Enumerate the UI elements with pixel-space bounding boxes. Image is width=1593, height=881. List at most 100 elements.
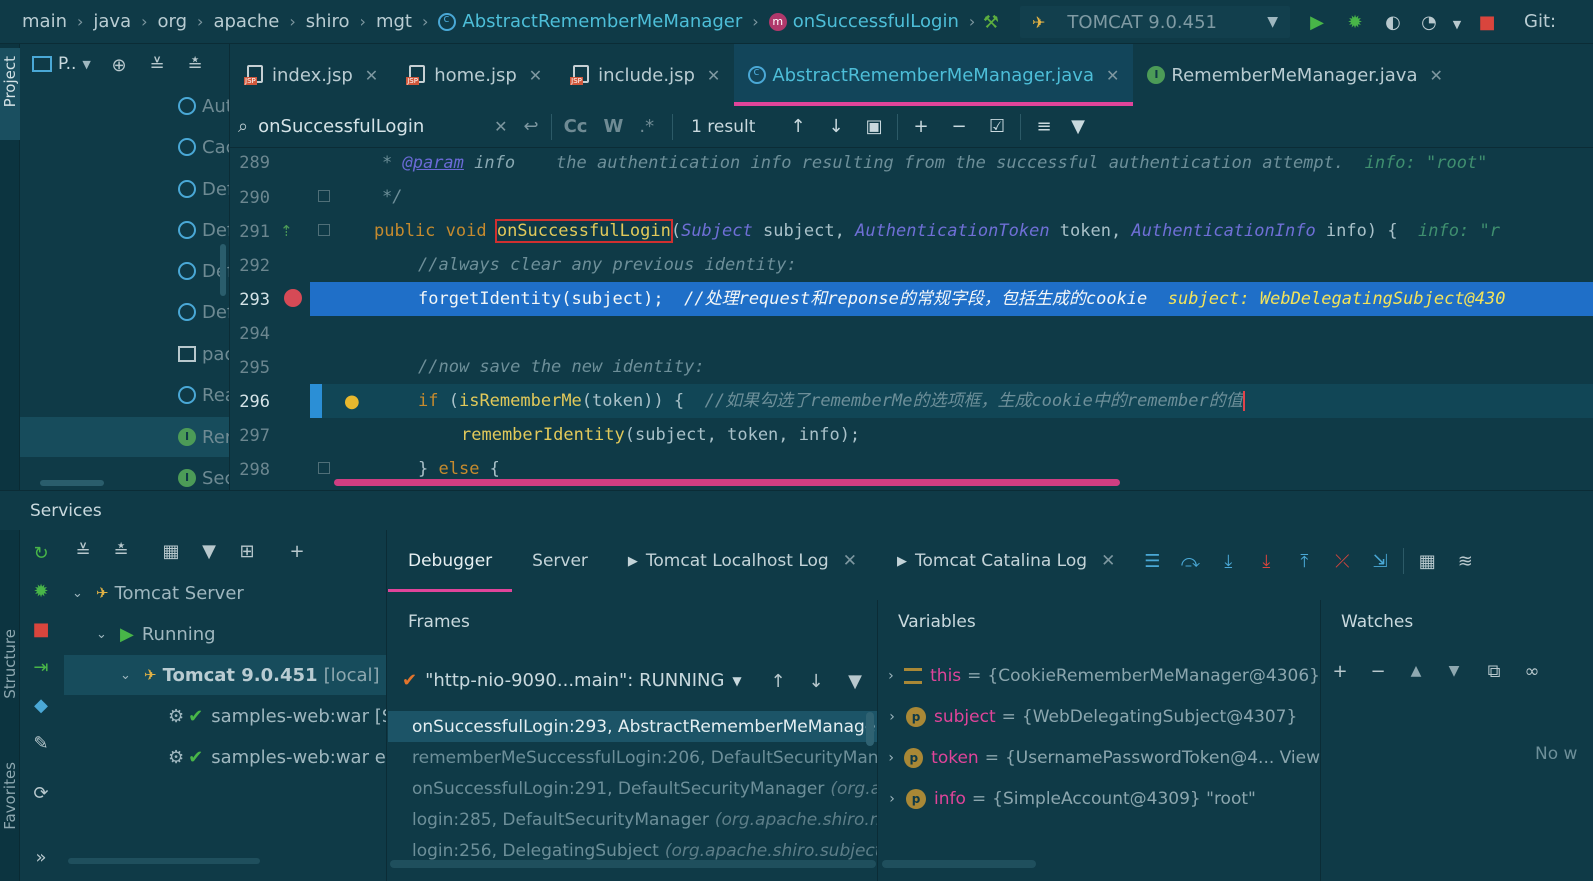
move-up-icon[interactable]: ▲ bbox=[1405, 660, 1427, 682]
project-tree-item[interactable]: pac bbox=[178, 339, 229, 369]
next-occurrence-icon[interactable]: ↓ bbox=[825, 116, 847, 138]
frame-row[interactable]: onSuccessfulLogin:293, AbstractRememberM… bbox=[388, 711, 877, 742]
build-hammer-icon[interactable]: ⚒ bbox=[980, 11, 1002, 33]
breadcrumb-method[interactable]: onSuccessfulLogin bbox=[793, 11, 959, 32]
tab-debugger[interactable]: Debugger bbox=[388, 530, 513, 592]
more-run-options-icon[interactable]: ▼ bbox=[1446, 13, 1468, 35]
chevron-right-icon[interactable]: › bbox=[878, 791, 906, 807]
run-to-cursor-icon[interactable]: ⇲ bbox=[1369, 550, 1391, 572]
clear-search-icon[interactable]: ✕ bbox=[494, 117, 507, 136]
group-services-icon[interactable]: ▦ bbox=[160, 540, 182, 562]
frames-horizontal-scrollbar[interactable] bbox=[390, 860, 876, 868]
lightbulb-icon[interactable]: ● bbox=[344, 391, 360, 412]
close-icon[interactable]: ✕ bbox=[1106, 66, 1119, 85]
project-horizontal-scrollbar[interactable] bbox=[40, 480, 104, 486]
tab-home-jsp[interactable]: home.jsp ✕ bbox=[392, 44, 556, 106]
project-tool-button[interactable]: Project bbox=[0, 48, 20, 140]
project-tree-item[interactable]: I Sec bbox=[178, 463, 229, 490]
project-tree-item[interactable]: Rea bbox=[178, 380, 229, 410]
tree-node-tomcat-instance[interactable]: ⌄ ✈ Tomcat 9.0.451 [local] bbox=[64, 655, 386, 695]
rerun-icon[interactable]: ↻ bbox=[30, 542, 52, 564]
project-scrollbar[interactable] bbox=[220, 244, 226, 296]
run-icon[interactable]: ▶ bbox=[1306, 11, 1328, 33]
thread-selector[interactable]: ✔ "http-nio-9090...main": RUNNING ▼ bbox=[402, 670, 742, 691]
next-frame-icon[interactable]: ↓ bbox=[805, 670, 827, 692]
regex-toggle[interactable]: .* bbox=[639, 116, 654, 137]
trace-stream-icon[interactable]: ≋ bbox=[1454, 550, 1476, 572]
search-history-icon[interactable]: ↩ bbox=[524, 116, 539, 137]
project-tree-item[interactable]: Cac bbox=[178, 132, 229, 162]
add-watch-icon[interactable]: + bbox=[1329, 660, 1351, 682]
add-selection-icon[interactable]: + bbox=[910, 116, 932, 138]
close-icon[interactable]: ✕ bbox=[529, 66, 542, 85]
variable-row[interactable]: › p subject = {WebDelegatingSubject@4307} bbox=[878, 696, 1320, 737]
fold-icon[interactable] bbox=[318, 462, 330, 474]
filter-search-results-icon[interactable]: ≡ bbox=[1033, 116, 1055, 138]
force-step-into-icon[interactable]: ⤓ bbox=[1255, 550, 1277, 572]
breadcrumb-item[interactable]: main bbox=[22, 11, 67, 32]
stop-icon[interactable]: ■ bbox=[1476, 11, 1498, 33]
project-tree-item[interactable]: I Rer bbox=[178, 422, 229, 452]
step-into-icon[interactable]: ⤓ bbox=[1217, 550, 1239, 572]
breadcrumb-item[interactable]: apache bbox=[213, 11, 279, 32]
chevron-right-icon[interactable]: › bbox=[878, 709, 906, 725]
expand-all-icon[interactable]: ≚ bbox=[72, 540, 94, 562]
breakpoint-icon[interactable] bbox=[284, 289, 302, 307]
refresh-icon[interactable]: ⟳ bbox=[30, 782, 52, 804]
vcs-label[interactable]: Git: bbox=[1524, 11, 1556, 32]
step-over-icon[interactable]: ⤼ bbox=[1179, 550, 1201, 572]
close-icon[interactable]: ✕ bbox=[1430, 66, 1443, 85]
project-tree-item[interactable]: Def bbox=[178, 215, 229, 245]
collapse-all-icon[interactable]: ≛ bbox=[110, 540, 132, 562]
frame-row[interactable]: login:285, DefaultSecurityManager (org.ap… bbox=[388, 804, 877, 835]
deploy-icon[interactable]: ⇥ bbox=[30, 656, 52, 678]
coverage-icon[interactable]: ◐ bbox=[1382, 11, 1404, 33]
search-input[interactable]: onSuccessfulLogin bbox=[258, 116, 494, 137]
tab-abstract-remember-me-manager[interactable]: AbstractRememberMeManager.java ✕ bbox=[734, 44, 1134, 106]
tab-tomcat-localhost-log[interactable]: ▶ Tomcat Localhost Log ✕ bbox=[608, 530, 877, 592]
debug-bug-icon[interactable]: ✹ bbox=[30, 580, 52, 602]
select-all-occurrences-icon[interactable]: ▣ bbox=[863, 116, 885, 138]
copy-icon[interactable]: ⧉ bbox=[1483, 660, 1505, 682]
tree-node-running[interactable]: ⌄ ▶ Running bbox=[64, 614, 386, 654]
glasses-icon[interactable]: ∞ bbox=[1521, 660, 1543, 682]
project-tree-item[interactable]: Def bbox=[178, 174, 229, 204]
implements-marker-icon[interactable]: ⇡ bbox=[280, 222, 293, 240]
add-service-icon[interactable]: + bbox=[286, 540, 308, 562]
fold-icon[interactable] bbox=[318, 224, 330, 236]
collapse-all-icon[interactable]: ≛ bbox=[184, 54, 206, 76]
stop-icon[interactable]: ■ bbox=[30, 618, 52, 640]
layout-menu-icon[interactable]: ☰ bbox=[1141, 550, 1163, 572]
run-configuration-selector[interactable]: ✈ TOMCAT 9.0.451 ▼ bbox=[1020, 6, 1290, 38]
new-tab-icon[interactable]: ⊞ bbox=[236, 540, 258, 562]
words-toggle[interactable]: W bbox=[603, 116, 623, 137]
move-down-icon[interactable]: ▼ bbox=[1443, 660, 1465, 682]
select-occurrences-icon[interactable]: ☑ bbox=[986, 116, 1008, 138]
more-icon[interactable]: » bbox=[30, 846, 52, 868]
artifacts-icon[interactable]: ◆ bbox=[30, 694, 52, 716]
match-case-toggle[interactable]: Cc bbox=[564, 116, 588, 137]
breadcrumb-item[interactable]: mgt bbox=[376, 11, 412, 32]
frame-row[interactable]: rememberMeSuccessfulLogin:206, DefaultSe… bbox=[388, 742, 877, 773]
project-tree-item[interactable]: Def bbox=[178, 297, 229, 327]
previous-occurrence-icon[interactable]: ↑ bbox=[787, 116, 809, 138]
tab-remember-me-manager[interactable]: I RememberMeManager.java ✕ bbox=[1133, 44, 1457, 106]
close-icon[interactable]: ✕ bbox=[707, 66, 720, 85]
frames-scrollbar[interactable] bbox=[866, 712, 874, 746]
chevron-right-icon[interactable]: › bbox=[878, 750, 904, 766]
close-icon[interactable]: ✕ bbox=[365, 66, 378, 85]
close-icon[interactable]: ✕ bbox=[1101, 551, 1115, 571]
remove-watch-icon[interactable]: − bbox=[1367, 660, 1389, 682]
variable-row[interactable]: › this = {CookieRememberMeManager@4306} bbox=[878, 655, 1320, 696]
step-out-icon[interactable]: ⤒ bbox=[1293, 550, 1315, 572]
expand-all-icon[interactable]: ≚ bbox=[146, 54, 168, 76]
filter-icon[interactable]: ▼ bbox=[844, 670, 866, 692]
locate-icon[interactable]: ⊕ bbox=[108, 54, 130, 76]
code-editor[interactable]: * @param info the authentication info re… bbox=[372, 148, 1593, 490]
frame-row[interactable]: onSuccessfulLogin:291, DefaultSecurityMa… bbox=[388, 773, 877, 804]
profile-icon[interactable]: ◔ bbox=[1418, 11, 1440, 33]
tree-node-tomcat-server[interactable]: ⌄ ✈ Tomcat Server bbox=[64, 573, 386, 613]
structure-tool-label[interactable]: Structure bbox=[1, 629, 19, 699]
tree-node-artifact[interactable]: ⚙ ✔ samples-web:war [S bbox=[64, 696, 386, 736]
tab-include-jsp[interactable]: include.jsp ✕ bbox=[556, 44, 734, 106]
